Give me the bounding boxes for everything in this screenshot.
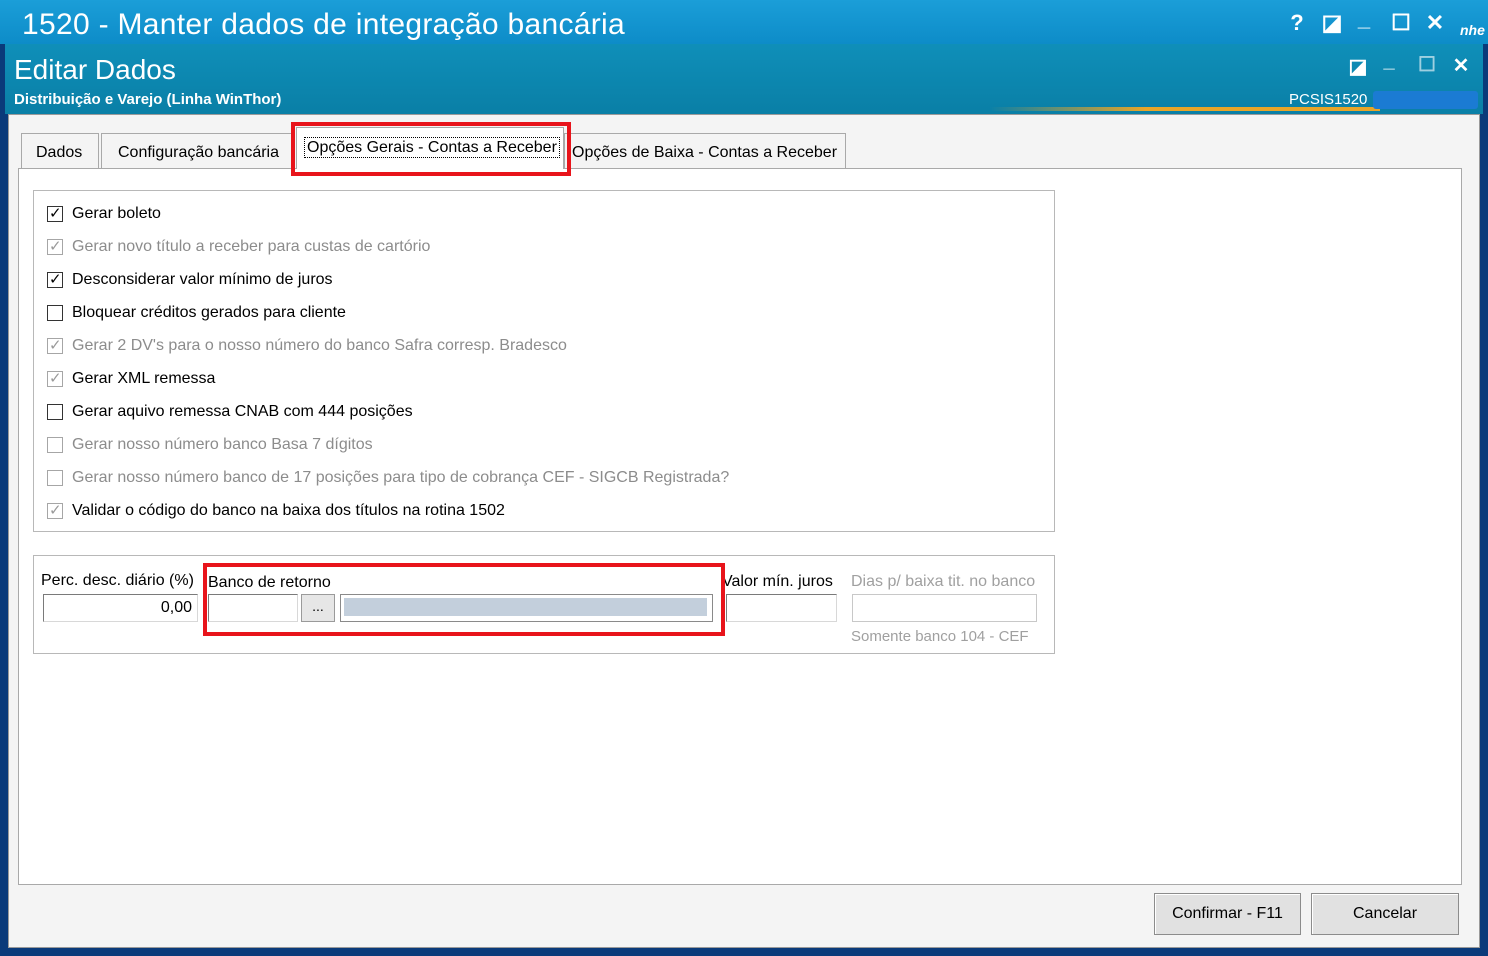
dialog-close-icon[interactable]: ✕ — [1448, 53, 1474, 78]
checkbox[interactable]: ✓ — [47, 270, 63, 288]
checkbox[interactable]: ✓ — [47, 204, 63, 222]
check-icon: ✓ — [49, 369, 62, 387]
checkbox-row[interactable]: ✓ Gerar XML remessa — [47, 368, 215, 390]
dias-baixa-label: Dias p/ baixa tit. no banco — [851, 573, 1036, 590]
checkbox-row: Gerar nosso número banco Basa 7 dígitos — [47, 434, 373, 456]
checkbox[interactable]: ✓ — [47, 369, 63, 387]
dialog-minimize-icon[interactable]: _ — [1376, 50, 1402, 73]
checkbox: ✓ — [47, 336, 63, 354]
cancel-button[interactable]: Cancelar — [1311, 893, 1459, 935]
help-icon[interactable]: ? — [1283, 10, 1311, 36]
checkbox-label: Gerar nosso número banco Basa 7 dígitos — [72, 436, 373, 453]
checkbox-row[interactable]: Bloquear créditos gerados para cliente — [47, 302, 346, 324]
tab-opcoes-de-baixa[interactable]: Opções de Baixa - Contas a Receber — [564, 133, 846, 169]
routine-code: PCSIS1520 — [1289, 91, 1368, 108]
check-icon: ✓ — [49, 270, 62, 288]
banco-retorno-label: Banco de retorno — [208, 574, 331, 591]
check-icon: ✓ — [49, 336, 62, 354]
checkbox-row: Gerar nosso número banco de 17 posições … — [47, 467, 729, 489]
check-icon: ✓ — [49, 501, 62, 519]
minimize-icon[interactable]: _ — [1350, 6, 1378, 32]
checkbox-label: Gerar boleto — [72, 205, 161, 222]
checkbox[interactable] — [47, 404, 63, 420]
check-icon: ✓ — [49, 237, 62, 255]
restore-icon[interactable]: ◪ — [1318, 10, 1346, 36]
checkbox: ✓ — [47, 237, 63, 255]
dialog-maximize-icon[interactable]: ☐ — [1414, 52, 1440, 77]
checkbox — [47, 470, 63, 486]
check-icon: ✓ — [49, 204, 62, 222]
checkbox-label: Bloquear créditos gerados para cliente — [72, 304, 346, 321]
checkbox[interactable] — [47, 305, 63, 321]
checkbox-label: Gerar nosso número banco de 17 posições … — [72, 469, 730, 486]
side-text: nhe — [1460, 22, 1485, 38]
user-info-bar — [1373, 91, 1478, 109]
checkbox — [47, 437, 63, 453]
checkbox-row[interactable]: ✓ Desconsiderar valor mínimo de juros — [47, 269, 333, 291]
confirm-button[interactable]: Confirmar - F11 — [1154, 893, 1301, 935]
checkbox-label: Gerar aquivo remessa CNAB com 444 posiçõ… — [72, 403, 413, 420]
valor-min-juros-input[interactable] — [726, 594, 837, 622]
tab-opcoes-gerais-label: Opções Gerais - Contas a Receber — [304, 137, 560, 158]
banco-retorno-input[interactable] — [208, 594, 298, 622]
checkbox-row: ✓ Gerar 2 DV's para o nosso número do ba… — [47, 335, 567, 357]
dialog-header: Editar Dados Distribuição e Varejo (Linh… — [5, 44, 1483, 114]
banco-name-display — [340, 594, 713, 622]
checkbox-row[interactable]: Gerar aquivo remessa CNAB com 444 posiçõ… — [47, 401, 413, 423]
dias-baixa-hint: Somente banco 104 - CEF — [851, 628, 1029, 645]
checkbox-label: Gerar novo título a receber para custas … — [72, 238, 431, 255]
checkbox[interactable]: ✓ — [47, 501, 63, 519]
close-icon[interactable]: ✕ — [1421, 10, 1449, 36]
page-title: Editar Dados — [14, 54, 176, 85]
tab-dados[interactable]: Dados — [21, 133, 99, 169]
checkbox-label: Validar o código do banco na baixa dos t… — [72, 502, 505, 519]
tab-configuracao-bancaria[interactable]: Configuração bancária — [101, 133, 295, 169]
dias-baixa-input — [852, 594, 1037, 622]
window-title-bar: 1520 - Manter dados de integração bancár… — [0, 0, 1488, 44]
dialog-restore-icon[interactable]: ◪ — [1345, 54, 1371, 79]
checkbox-label: Desconsiderar valor mínimo de juros — [72, 271, 333, 288]
checkbox-row[interactable]: ✓ Gerar boleto — [47, 203, 161, 225]
maximize-icon[interactable]: ☐ — [1387, 10, 1415, 36]
perc-desc-label: Perc. desc. diário (%) — [41, 572, 194, 589]
checkbox-label: Gerar XML remessa — [72, 370, 216, 387]
page-subtitle: Distribuição e Varejo (Linha WinThor) — [14, 91, 282, 108]
checkbox-row: ✓ Gerar novo título a receber para custa… — [47, 236, 430, 258]
banco-name-fill — [344, 598, 707, 616]
checkbox-label: Gerar 2 DV's para o nosso número do banc… — [72, 337, 567, 354]
window-title: 1520 - Manter dados de integração bancár… — [22, 8, 625, 41]
banco-search-button[interactable]: ... — [301, 594, 335, 622]
valor-min-juros-label: Valor mín. juros — [722, 573, 833, 590]
perc-desc-input[interactable]: 0,00 — [43, 594, 198, 622]
checkbox-row[interactable]: ✓ Validar o código do banco na baixa dos… — [47, 500, 505, 522]
tab-opcoes-gerais[interactable]: Opções Gerais - Contas a Receber — [296, 127, 564, 169]
